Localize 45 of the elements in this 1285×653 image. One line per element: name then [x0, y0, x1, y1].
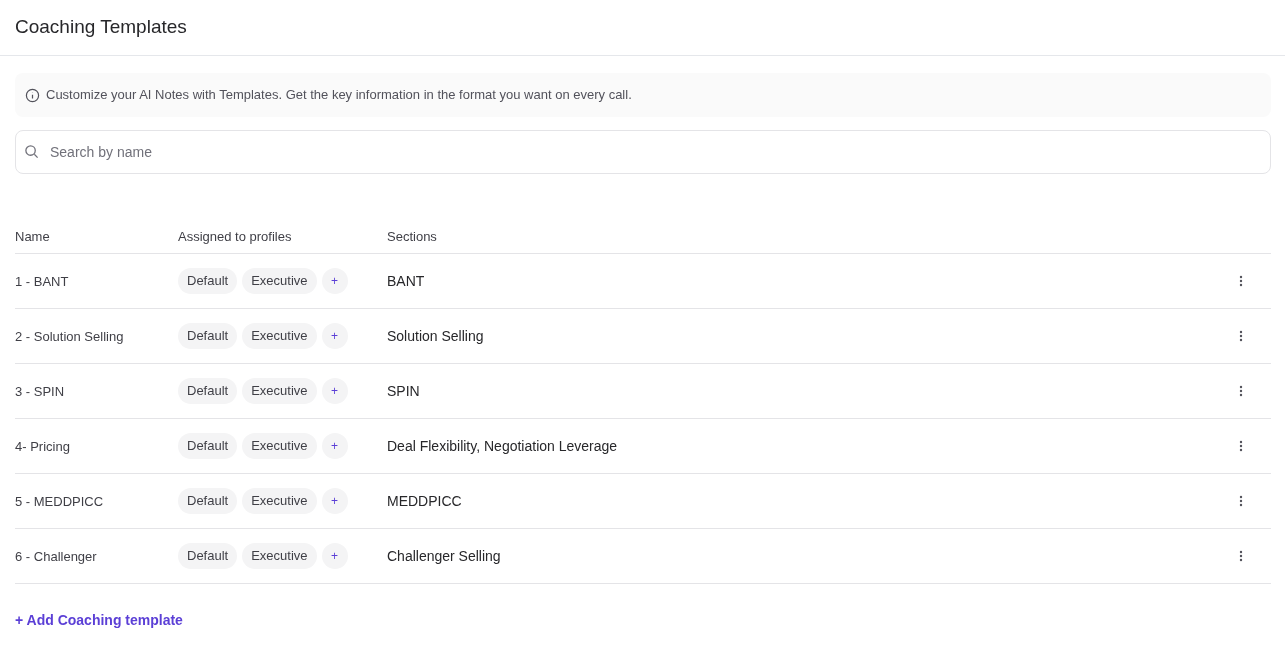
more-options-icon[interactable] [1239, 330, 1243, 342]
profile-tag: Executive [242, 488, 317, 514]
profile-tag: Default [178, 323, 238, 349]
add-profile-button[interactable]: + [321, 488, 348, 514]
template-name: 1 - BANT [15, 274, 69, 289]
profile-tag: Executive [242, 543, 317, 569]
add-profile-button[interactable]: + [321, 433, 348, 459]
more-options-icon[interactable] [1239, 440, 1243, 452]
profile-tag: Executive [242, 323, 317, 349]
search-icon [24, 144, 39, 159]
sections-text: Challenger Selling [387, 548, 501, 564]
add-profile-button[interactable]: + [321, 268, 348, 294]
profile-tag: Executive [242, 268, 317, 294]
profile-tag: Default [178, 378, 238, 404]
add-template-link[interactable]: + Add Coaching template [15, 610, 183, 631]
template-name: 3 - SPIN [15, 384, 65, 399]
add-profile-button[interactable]: + [321, 543, 348, 569]
sections-text: Deal Flexibility, Negotiation Leverage [387, 438, 618, 454]
profile-tag: Executive [242, 378, 317, 404]
template-name: 2 - Solution Selling [15, 329, 124, 344]
info-icon [25, 87, 40, 103]
more-options-icon[interactable] [1239, 275, 1243, 287]
page-title: Coaching Templates [15, 15, 187, 40]
profile-tag: Default [178, 268, 238, 294]
add-profile-button[interactable]: + [321, 378, 348, 404]
add-profile-button[interactable]: + [321, 323, 348, 349]
profile-tag: Executive [242, 433, 317, 459]
profile-tag: Default [178, 488, 238, 514]
sections-text: BANT [387, 273, 425, 289]
sections-text: MEDDPICC [387, 493, 462, 509]
column-header: Assigned to profiles [178, 228, 292, 244]
profile-tag: Default [178, 543, 238, 569]
sections-text: SPIN [387, 383, 420, 399]
template-name: 6 - Challenger [15, 549, 97, 564]
sections-text: Solution Selling [387, 328, 484, 344]
search-field[interactable]: Search by name [15, 130, 1271, 174]
more-options-icon[interactable] [1239, 385, 1243, 397]
column-header: Sections [387, 228, 437, 244]
template-name: 4- Pricing [15, 439, 70, 454]
template-name: 5 - MEDDPICC [15, 494, 104, 509]
info-text: Customize your AI Notes with Templates. Get the key information in the format you want on every call. [46, 86, 632, 105]
more-options-icon[interactable] [1239, 495, 1243, 507]
column-header: Name [15, 228, 50, 244]
more-options-icon[interactable] [1239, 550, 1243, 562]
profile-tag: Default [178, 433, 238, 459]
